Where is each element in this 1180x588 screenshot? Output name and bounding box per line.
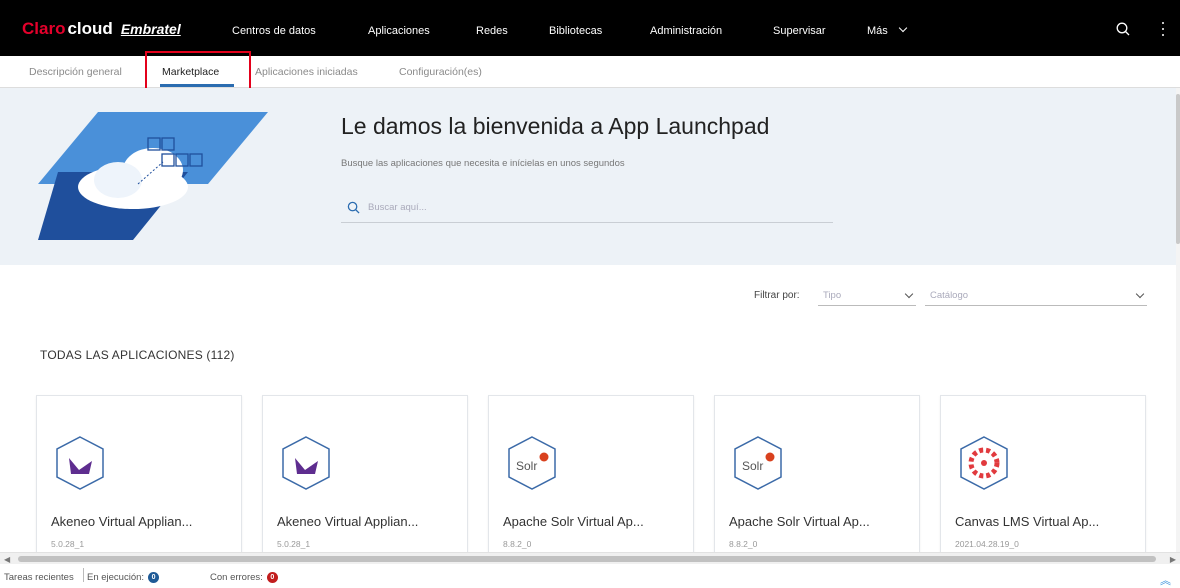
status-bar: Tareas recientes En ejecución: 0 Con erro… xyxy=(0,564,1180,585)
tab-aplicaciones-iniciadas[interactable]: Aplicaciones iniciadas xyxy=(255,66,358,78)
brand-logo[interactable]: Claro cloud Embratel xyxy=(22,19,181,38)
chevron-down-icon xyxy=(898,23,908,33)
errors-status[interactable]: Con errores: 0 xyxy=(210,572,278,583)
scroll-left-icon[interactable]: ◀ xyxy=(4,555,10,564)
app-card[interactable]: Akeneo Virtual Applian... 5.0.28_1 xyxy=(262,395,468,555)
akeneo-icon xyxy=(56,436,104,490)
scroll-thumb[interactable] xyxy=(1176,94,1180,244)
running-label: En ejecución: xyxy=(87,572,145,583)
scroll-right-icon[interactable]: ▶ xyxy=(1170,555,1176,564)
tab-configuraciones[interactable]: Configuración(es) xyxy=(399,66,482,78)
brand-claro: Claro xyxy=(22,19,66,38)
svg-text:Solr: Solr xyxy=(516,459,537,473)
chevron-up-icon[interactable]: ︽ xyxy=(1160,572,1171,588)
running-status[interactable]: En ejecución: 0 xyxy=(87,572,160,583)
app-search-input[interactable] xyxy=(368,202,808,213)
vertical-scrollbar[interactable] xyxy=(1176,88,1180,552)
canvas-icon xyxy=(960,436,1008,490)
app-name: Akeneo Virtual Applian... xyxy=(51,514,193,529)
app-name: Akeneo Virtual Applian... xyxy=(277,514,419,529)
app-card[interactable]: Solr Apache Solr Virtual Ap... 8.8.2_0 xyxy=(714,395,920,555)
scroll-thumb[interactable] xyxy=(18,556,1156,562)
recent-tasks-link[interactable]: Tareas recientes xyxy=(4,572,74,583)
running-count-badge: 0 xyxy=(148,572,160,583)
solr-icon: Solr xyxy=(508,436,556,490)
app-card[interactable]: Canvas LMS Virtual Ap... 2021.04.28.19_0 xyxy=(940,395,1146,555)
app-version: 5.0.28_1 xyxy=(51,539,85,549)
page-title: Le damos la bienvenida a App Launchpad xyxy=(341,113,770,139)
nav-centros-de-datos[interactable]: Centros de datos xyxy=(232,25,316,37)
search-icon[interactable] xyxy=(1116,22,1130,36)
app-card[interactable]: Akeneo Virtual Applian... 5.0.28_1 xyxy=(36,395,242,555)
app-version: 8.8.2_0 xyxy=(503,539,532,549)
type-filter-placeholder: Tipo xyxy=(823,290,842,301)
errors-label: Con errores: xyxy=(210,572,263,583)
app-version: 8.8.2_0 xyxy=(729,539,758,549)
filter-label: Filtrar por: xyxy=(754,290,800,301)
search-icon xyxy=(347,201,360,214)
errors-count-badge: 0 xyxy=(266,572,278,583)
app-search-field[interactable] xyxy=(341,193,833,223)
akeneo-icon xyxy=(282,436,330,490)
highlight-annotation xyxy=(145,51,251,91)
catalog-filter-select[interactable]: Catálogo xyxy=(925,286,1147,306)
app-name: Canvas LMS Virtual Ap... xyxy=(955,514,1100,529)
horizontal-scrollbar[interactable]: ◀ ▶ xyxy=(0,552,1180,564)
all-apps-heading: TODAS LAS APLICACIONES (112) xyxy=(40,348,235,362)
nav-mas-label: Más xyxy=(867,25,888,37)
nav-aplicaciones[interactable]: Aplicaciones xyxy=(368,25,430,37)
chevron-down-icon xyxy=(1135,289,1145,299)
type-filter-select[interactable]: Tipo xyxy=(818,286,916,306)
page-subtitle: Busque las aplicaciones que necesita e i… xyxy=(341,158,625,169)
svg-text:Solr: Solr xyxy=(742,459,763,473)
nav-bibliotecas[interactable]: Bibliotecas xyxy=(549,25,602,37)
app-version: 2021.04.28.19_0 xyxy=(955,539,1019,549)
app-version: 5.0.28_1 xyxy=(277,539,311,549)
brand-cloud: cloud xyxy=(67,19,113,38)
cloud-launchpad-illustration xyxy=(38,112,268,240)
top-navigation-bar: Claro cloud Embratel Centros de datos Ap… xyxy=(0,0,1180,56)
nav-mas[interactable]: Más xyxy=(867,23,908,37)
app-name: Apache Solr Virtual Ap... xyxy=(729,514,870,529)
catalog-filter-placeholder: Catálogo xyxy=(930,290,969,301)
solr-icon: Solr xyxy=(734,436,782,490)
app-name: Apache Solr Virtual Ap... xyxy=(503,514,644,529)
tab-descripcion-general[interactable]: Descripción general xyxy=(29,66,122,78)
status-separator xyxy=(83,568,84,582)
app-card[interactable]: Solr Apache Solr Virtual Ap... 8.8.2_0 xyxy=(488,395,694,555)
nav-supervisar[interactable]: Supervisar xyxy=(773,25,826,37)
chevron-down-icon xyxy=(904,289,914,299)
brand-embratel: Embratel xyxy=(120,21,181,37)
more-options-icon[interactable] xyxy=(1161,22,1165,38)
nav-administracion[interactable]: Administración xyxy=(650,25,722,37)
nav-redes[interactable]: Redes xyxy=(476,25,508,37)
